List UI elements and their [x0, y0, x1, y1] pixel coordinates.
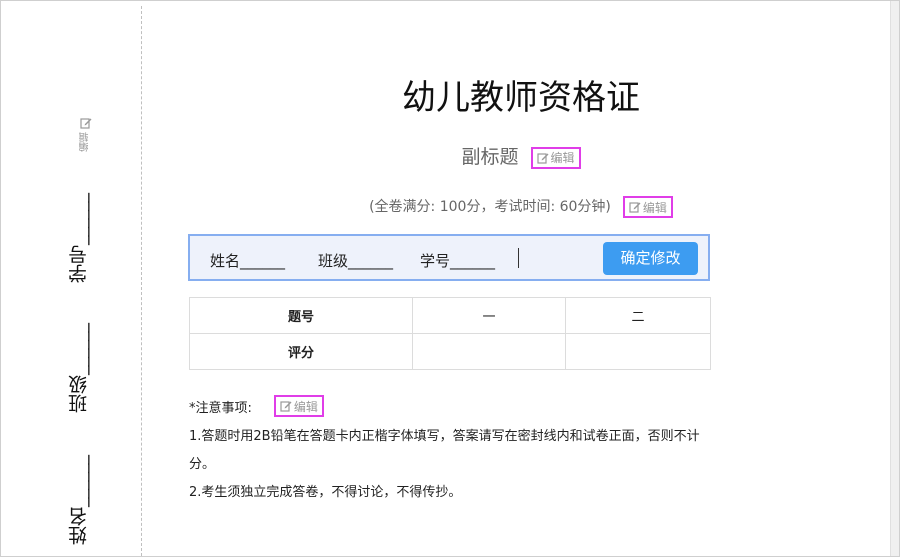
side-field-class: 班级______ [65, 299, 105, 413]
side-field-name: 姓名______ [65, 433, 105, 545]
score-table: 题号 一 二 评分 [189, 297, 711, 370]
side-field-blank: ______ [68, 456, 90, 507]
side-edit-label: 编辑 [80, 132, 91, 152]
exam-info[interactable]: (全卷满分: 100分，考试时间: 60分钟) [369, 196, 611, 216]
notes-edit-button[interactable]: 编辑 [273, 395, 324, 417]
subtitle[interactable]: 副标题 [461, 142, 518, 169]
exam-info-row: (全卷满分: 100分，考试时间: 60分钟) 编辑 [151, 194, 891, 218]
edit-icon [629, 201, 641, 213]
score-row-label: 评分 [189, 333, 413, 370]
text-caret [518, 248, 519, 268]
side-field-student-id: 学号______ [65, 173, 105, 283]
edit-icon [80, 117, 92, 129]
question-number-header: 题号 [189, 297, 413, 334]
student-info-editor[interactable]: 姓名______ 班级______ 学号______ 确定修改 [188, 234, 710, 281]
notes-header: *注意事项: 编辑 [189, 395, 729, 417]
scrollbar-track[interactable] [890, 1, 899, 556]
column-header: 二 [565, 297, 711, 334]
score-cell[interactable] [412, 333, 566, 370]
side-field-blank: ______ [68, 324, 90, 375]
subtitle-edit-label: 编辑 [550, 151, 575, 165]
notes-heading: *注意事项: [189, 400, 252, 416]
list-item: 1.答题时用2B铅笔在答题卡内正楷字体填写，答案请写在密封线内和试卷正面，否则不… [189, 429, 700, 472]
page-title[interactable]: 幼儿教师资格证 [151, 70, 891, 119]
table-row: 评分 [189, 333, 711, 370]
score-cell[interactable] [565, 333, 711, 370]
info-edit-label: 编辑 [642, 200, 667, 215]
edit-icon [536, 152, 549, 164]
notes-body: 1.答题时用2B铅笔在答题卡内正楷字体填写，答案请写在密封线内和试卷正面，否则不… [189, 423, 714, 507]
exam-paper: 编辑 学号______ 班级______ 姓名______ 幼儿教师资格证 副标… [0, 0, 900, 557]
notes-edit-label: 编辑 [293, 399, 318, 414]
list-item: 2.考生须独立完成答卷，不得讨论，不得传抄。 [189, 485, 462, 500]
subtitle-row: 副标题 编辑 [151, 142, 891, 169]
student-name-field[interactable]: 姓名______ [210, 250, 285, 271]
column-header: 一 [412, 297, 566, 334]
side-field-blank: ______ [68, 194, 90, 245]
table-row: 题号 一 二 [189, 297, 711, 334]
side-field-label: 学号 [68, 245, 90, 283]
subtitle-edit-button[interactable]: 编辑 [530, 146, 581, 169]
student-class-field[interactable]: 班级______ [318, 250, 393, 271]
seal-line [141, 6, 142, 556]
edit-icon [280, 400, 292, 412]
student-id-field[interactable]: 学号______ [420, 250, 495, 271]
side-edit-button[interactable]: 编辑 [77, 115, 95, 155]
info-edit-button[interactable]: 编辑 [622, 196, 673, 218]
side-field-label: 姓名 [68, 507, 90, 545]
confirm-edit-button[interactable]: 确定修改 [603, 242, 698, 275]
side-field-label: 班级 [68, 375, 90, 413]
notes-section: *注意事项: 编辑 1.答题时用2B铅笔在答题卡内正楷字体填写，答案请写在密封线… [189, 395, 729, 507]
